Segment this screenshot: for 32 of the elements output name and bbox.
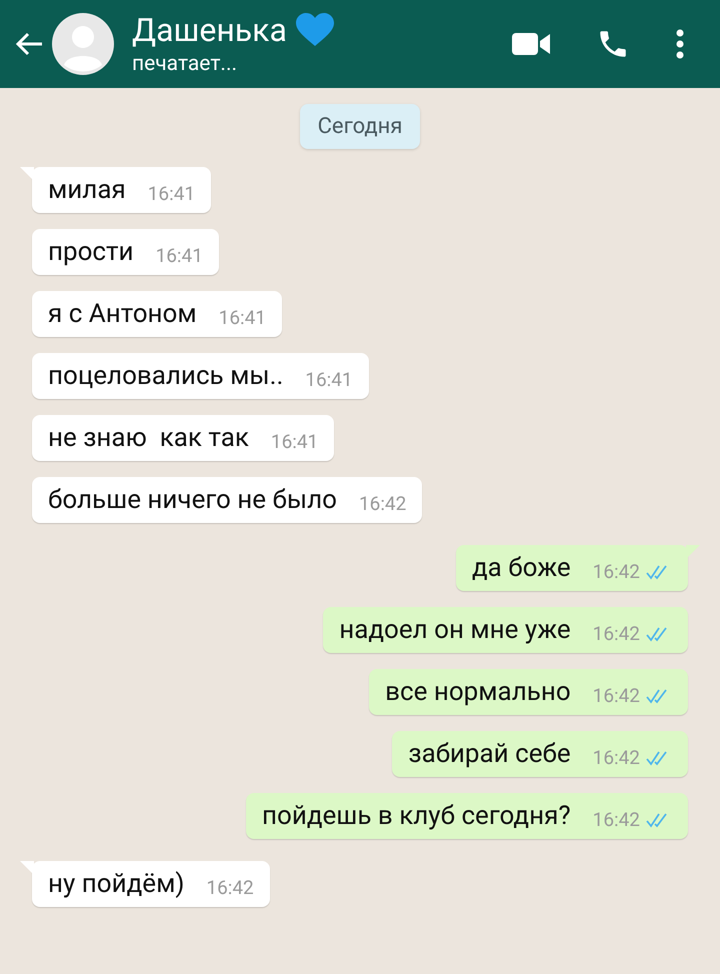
message-text: все нормально: [385, 677, 571, 707]
menu-icon[interactable]: [676, 29, 684, 59]
message-time: 16:41: [156, 245, 203, 267]
message-text: больше ничего не было: [48, 485, 337, 515]
message-text: милая: [48, 175, 126, 205]
message-time: 16:42: [206, 877, 254, 899]
message-time: 16:42: [592, 685, 640, 707]
message-time: 16:41: [218, 307, 266, 329]
avatar-icon[interactable]: [52, 13, 114, 75]
date-chip: Сегодня: [300, 104, 420, 149]
message-time: 16:42: [592, 623, 640, 645]
message-text: пойдешь в клуб сегодня?: [262, 801, 571, 831]
message-time: 16:42: [592, 561, 640, 583]
message-time: 16:42: [592, 747, 640, 769]
message-time: 16:42: [358, 493, 406, 515]
message-text: я с Антоном: [48, 299, 197, 329]
message-time: 16:41: [148, 183, 196, 205]
heart-icon: [294, 13, 335, 47]
message-time: 16:42: [592, 809, 640, 831]
message-text: надоел он мне уже: [339, 615, 571, 645]
contact-name: Дашенька: [132, 10, 287, 50]
typing-status: печатает...: [132, 51, 238, 78]
video-call-icon[interactable]: [512, 31, 550, 57]
message-text: ну пойдём): [48, 869, 184, 899]
message-text: забирай себе: [408, 739, 571, 769]
message-text: да боже: [472, 553, 571, 583]
message-text: не знаю как так: [48, 423, 249, 453]
message-time: 16:41: [270, 431, 318, 453]
message-time: 16:41: [305, 369, 353, 391]
message-text: прости: [48, 237, 134, 267]
back-icon[interactable]: [14, 31, 44, 57]
message-text: поцеловались мы..: [48, 361, 284, 391]
